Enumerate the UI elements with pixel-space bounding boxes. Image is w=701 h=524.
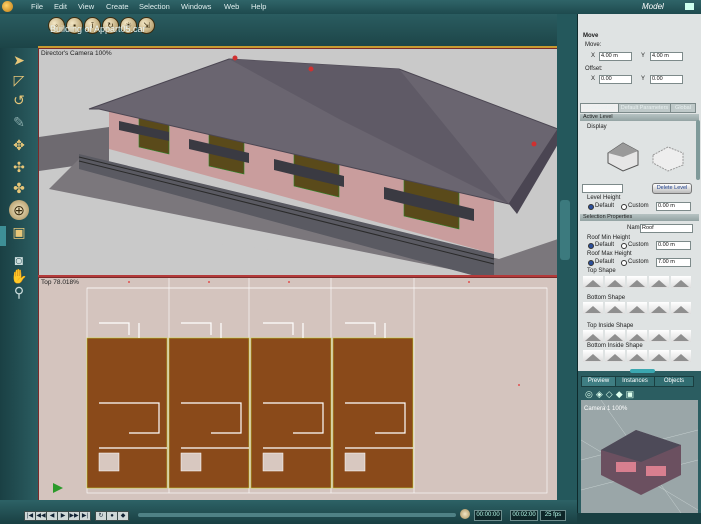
- move-label: Move:: [585, 42, 602, 48]
- roof-min-input[interactable]: 0.00 m: [656, 241, 691, 250]
- level-height-input[interactable]: 0.00 m: [656, 202, 691, 211]
- navigate-icon[interactable]: ✤: [9, 178, 29, 198]
- offset-x-label: X: [591, 76, 596, 82]
- camera-viewport-label: Director's Camera 100%: [41, 50, 112, 57]
- level-height-title: Level Height: [587, 195, 621, 201]
- roof-max-custom-radio[interactable]: [621, 260, 627, 266]
- roof-max-input[interactable]: 7.00 m: [656, 258, 691, 267]
- level-display-icons[interactable]: [598, 133, 693, 173]
- fps-selector[interactable]: 25 fps: [540, 510, 566, 521]
- preview-viewport[interactable]: [580, 399, 699, 514]
- app-logo-icon[interactable]: [2, 1, 13, 12]
- status-strip: [577, 513, 701, 524]
- delete-level-button[interactable]: Delete Level: [652, 183, 692, 194]
- top-shape-title: Top Shape: [587, 268, 616, 274]
- menu-create[interactable]: Create: [106, 2, 129, 11]
- camera-viewport[interactable]: [38, 48, 559, 278]
- menu-edit[interactable]: Edit: [54, 2, 67, 11]
- panel-header: [577, 0, 701, 14]
- move-section-title: Move: [583, 33, 599, 39]
- name-input[interactable]: Roof: [640, 224, 693, 233]
- top-viewport-label: Top 78.018%: [41, 279, 79, 286]
- level-height-default-radio[interactable]: [588, 204, 594, 210]
- preview-splitter[interactable]: [630, 369, 655, 373]
- key-icon[interactable]: ◆: [117, 511, 129, 521]
- menu-file[interactable]: File: [31, 2, 43, 11]
- panel-resize-handle[interactable]: [560, 200, 570, 260]
- bottom-shape-options[interactable]: [583, 302, 695, 316]
- offset-y-label: Y: [641, 76, 646, 82]
- menu-selection[interactable]: Selection: [139, 2, 170, 11]
- panel-menu-icon[interactable]: [685, 3, 694, 10]
- roof-min-default-label: Default: [595, 242, 615, 248]
- menu-web[interactable]: Web: [224, 2, 239, 11]
- tab-default-parameters[interactable]: Default Parameters: [618, 103, 671, 113]
- top-shape-options[interactable]: [583, 276, 695, 290]
- move-icon[interactable]: ✥: [9, 135, 29, 155]
- level-height-default-label: Default: [595, 203, 615, 209]
- time-knob-icon[interactable]: [460, 509, 470, 519]
- panel-title: Model: [642, 2, 664, 11]
- menu-view[interactable]: View: [78, 2, 94, 11]
- preview-render: [580, 399, 699, 514]
- menu-windows[interactable]: Windows: [181, 2, 211, 11]
- offset-y-input[interactable]: 0.00: [650, 75, 683, 84]
- tab-modelisation[interactable]: Modelisation: [580, 103, 619, 113]
- selection-properties-header[interactable]: Selection Properties: [580, 214, 699, 221]
- top-viewport[interactable]: [38, 277, 559, 502]
- active-level-header[interactable]: Active Level: [580, 114, 699, 121]
- end-time[interactable]: 00:02:00: [510, 510, 538, 521]
- roof-max-default-label: Default: [595, 259, 615, 265]
- orbit-icon[interactable]: ⊕: [9, 200, 29, 220]
- move-x-input[interactable]: 4.00 m: [599, 52, 632, 61]
- roof-min-default-radio[interactable]: [588, 243, 594, 249]
- building-3d-render: [39, 55, 559, 277]
- bottom-shape-title: Bottom Shape: [587, 295, 626, 301]
- roof-min-custom-label: Custom: [628, 242, 649, 248]
- bottom-inside-shape-title: Bottom Inside Shape: [587, 343, 643, 349]
- tab-instances[interactable]: Instances: [615, 376, 655, 387]
- level-height-custom-label: Custom: [628, 203, 649, 209]
- document-title: Building of Appart05.car: [50, 24, 146, 34]
- cube-icon[interactable]: ▣: [9, 222, 29, 242]
- panel-scrollbar[interactable]: [696, 120, 700, 180]
- timeline-track[interactable]: [138, 513, 456, 517]
- floor-plan-render: [53, 278, 548, 494]
- top-inside-shape-options[interactable]: [583, 330, 695, 344]
- roof-max-default-radio[interactable]: [588, 260, 594, 266]
- pan-icon[interactable]: ✣: [9, 157, 29, 177]
- move-y-input[interactable]: 4.00 m: [650, 52, 683, 61]
- display-label: Display: [587, 124, 607, 130]
- level-height-custom-radio[interactable]: [621, 204, 627, 210]
- roof-min-custom-radio[interactable]: [621, 243, 627, 249]
- offset-label: Offset:: [585, 66, 603, 72]
- zoom-icon[interactable]: ⚲: [9, 282, 29, 302]
- tab-preview[interactable]: Preview: [581, 376, 616, 387]
- roof-max-title: Roof Max Height: [587, 251, 632, 257]
- preview-camera-label: Camera 1 100%: [584, 406, 628, 412]
- preview-toolbar-icons[interactable]: ◎◈◇◆▣: [585, 389, 645, 399]
- roof-min-title: Roof Min Height: [587, 235, 631, 241]
- roof-max-custom-label: Custom: [628, 259, 649, 265]
- move-x-label: X: [591, 53, 596, 59]
- tab-global[interactable]: Global: [670, 103, 696, 113]
- menu-help[interactable]: Help: [251, 2, 266, 11]
- current-time[interactable]: 00:00:00: [474, 510, 502, 521]
- level-name-input[interactable]: [582, 184, 623, 193]
- rotate-icon[interactable]: ↺: [9, 90, 29, 110]
- goto-end-icon[interactable]: ▶|: [79, 511, 91, 521]
- select-arrow-icon[interactable]: ➤: [9, 50, 29, 70]
- top-inside-shape-title: Top Inside Shape: [587, 323, 634, 329]
- palette-collapse-handle[interactable]: [0, 226, 6, 246]
- bottom-inside-shape-options[interactable]: [583, 350, 695, 364]
- pencil-icon[interactable]: ✎: [9, 112, 29, 132]
- offset-x-input[interactable]: 0.00: [599, 75, 632, 84]
- move-y-label: Y: [641, 53, 646, 59]
- tab-objects[interactable]: Objects: [654, 376, 694, 387]
- select-object-icon[interactable]: ◸: [9, 70, 29, 90]
